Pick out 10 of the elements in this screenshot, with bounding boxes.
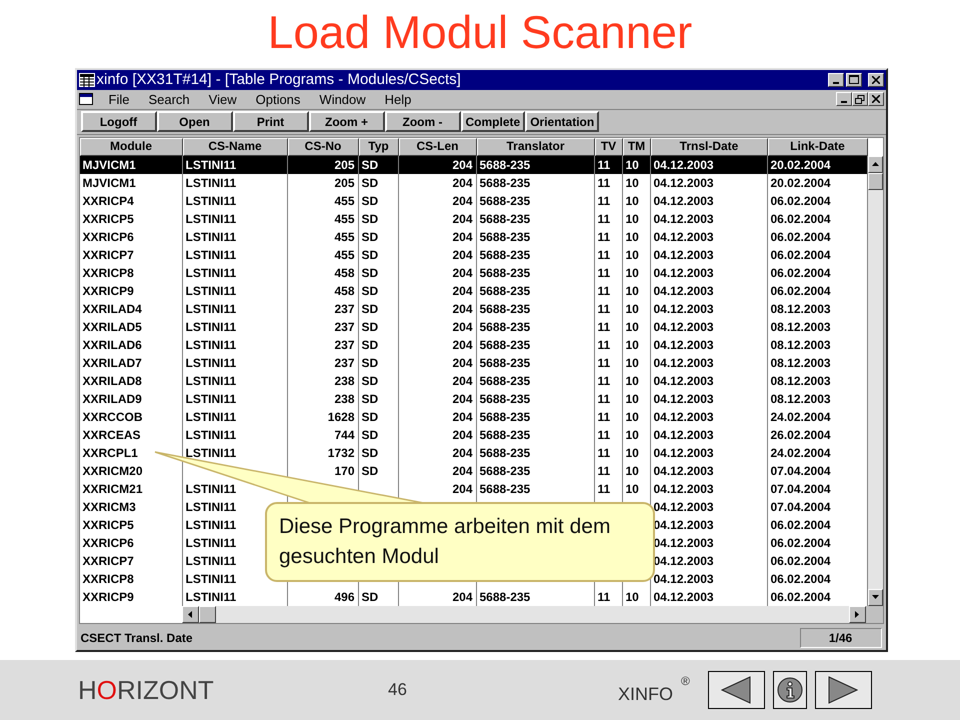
page-number: 46 — [388, 679, 408, 702]
window-title: xinfo [XX31T#14] - [Table Programs - Modules/CSects] — [96, 70, 462, 89]
table-cell: XXRICP9 — [80, 588, 182, 606]
status-text: CSECT Transl. Date — [80, 630, 194, 648]
record-counter: 1/46 — [800, 628, 882, 648]
horizont-logo: HORIZONT — [78, 674, 215, 706]
callout-tooltip: Diese Programme arbeiten mit dem gesuchten Modul — [265, 502, 655, 582]
registered-mark: ® — [681, 674, 690, 688]
slide-title: Load Modul Scanner — [268, 5, 692, 60]
product-name: XINFO — [618, 682, 674, 706]
